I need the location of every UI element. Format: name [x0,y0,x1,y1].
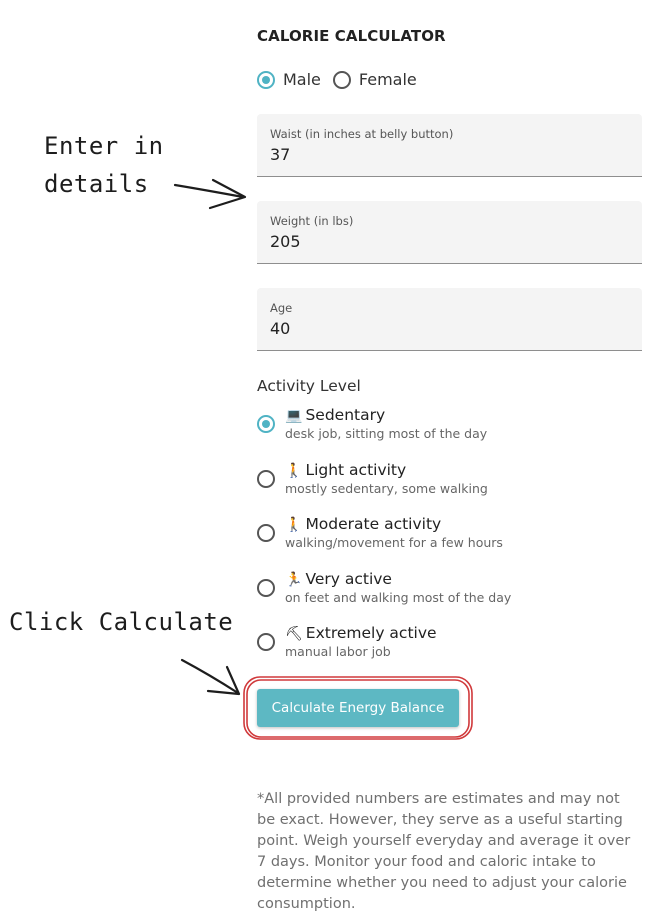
shovel-icon: ⛏ [285,626,303,642]
waist-field-value[interactable]: 37 [270,145,290,164]
gender-option-female[interactable]: Female [332,70,417,89]
light-activity-label: Light activity [305,461,407,479]
activity-option-sedentary[interactable]: 💻 Sedentary desk job, sitting most of the… [257,405,487,442]
sedentary-desc: desk job, sitting most of the day [285,426,488,441]
weight-field-label: Weight (in lbs) [270,214,354,228]
age-field-value[interactable]: 40 [270,319,290,338]
extremely-active-desc: manual labor job [285,644,391,659]
gender-selector: Male Female [257,70,429,89]
running-person-icon: 🏃 [285,572,303,588]
laptop-icon: 💻 [285,408,303,424]
sedentary-label: Sedentary [305,406,386,424]
age-field[interactable]: Age 40 [257,288,642,351]
arrow-to-button-icon [180,658,241,696]
extremely-active-radio[interactable] [257,633,275,651]
disclaimer-text: *All provided numbers are estimates and … [257,791,631,912]
activity-option-moderate[interactable]: 🚶 Moderate activity walking/movement for … [257,514,503,551]
activity-option-very-active[interactable]: 🏃 Very active on feet and walking most of… [257,569,511,606]
waist-field[interactable]: Waist (in inches at belly button) 37 [257,114,642,177]
activity-level-title: Activity Level [257,377,361,395]
age-field-label: Age [270,301,293,315]
waist-field-label: Waist (in inches at belly button) [270,127,454,141]
light-activity-radio[interactable] [257,470,275,488]
activity-option-extremely-active[interactable]: ⛏ Extremely active manual labor job [257,623,437,660]
very-active-radio[interactable] [257,579,275,597]
sedentary-radio[interactable] [257,415,275,433]
female-label: Female [358,70,417,89]
walking-person-icon: 🚶 [285,517,303,533]
extremely-active-label: Extremely active [305,624,437,642]
female-radio[interactable] [332,70,351,89]
walking-person-icon: 🚶 [285,463,303,479]
activity-option-light[interactable]: 🚶 Light activity mostly sedentary, some w… [257,460,488,497]
arrow-to-fields-icon [173,178,247,210]
moderate-activity-desc: walking/movement for a few hours [285,535,503,550]
light-activity-desc: mostly sedentary, some walking [285,481,488,496]
moderate-activity-radio[interactable] [257,524,275,542]
weight-field-value[interactable]: 205 [270,232,301,251]
moderate-activity-label: Moderate activity [305,515,442,533]
gender-option-male[interactable]: Male [257,70,321,89]
weight-field[interactable]: Weight (in lbs) 205 [257,201,642,264]
calculate-energy-balance-button[interactable]: Calculate Energy Balance [257,689,459,727]
male-label: Male [283,70,321,89]
very-active-label: Very active [305,570,392,588]
male-radio[interactable] [257,70,275,89]
very-active-desc: on feet and walking most of the day [285,590,512,605]
calculator-title: CALORIE CALCULATOR [257,27,446,45]
